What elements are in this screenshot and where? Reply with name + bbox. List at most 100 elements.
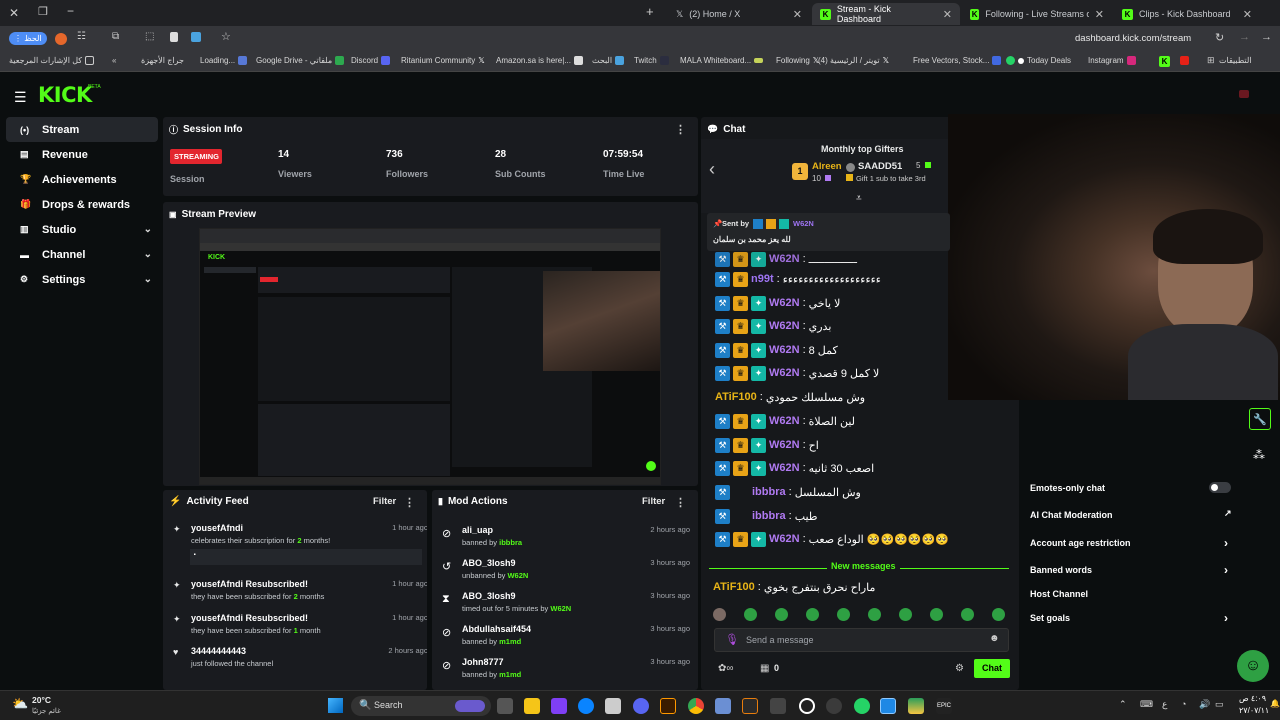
profile-button[interactable]: ⋮ الحظ <box>9 32 47 45</box>
bookmark-search[interactable]: البحث <box>592 56 625 65</box>
epic-games-icon[interactable]: EPIC <box>936 698 952 714</box>
bookmark-twitch[interactable]: Twitch <box>634 56 669 65</box>
clock-time[interactable]: ٤:٠٩ ص <box>1239 694 1266 703</box>
bookmark-twitter[interactable]: تويتر / الرئيسية (4) 𝕏 <box>818 56 892 65</box>
activity-item[interactable]: ♥ 34444444443 just followed the channel 2 h… <box>173 646 427 668</box>
restore-window-icon[interactable]: ❐ <box>38 5 48 18</box>
chat-message[interactable]: ⚒ ♛ ✦ W62N: ـــــــــــــــ <box>715 249 857 269</box>
chevron-down-icon[interactable]: ⩡ <box>856 193 862 204</box>
chat-message[interactable]: ⚒ ♛ ✦ W62N: لا ياخي <box>715 293 840 313</box>
chat-username[interactable]: W62N <box>769 253 800 265</box>
tab-clips[interactable]: K Clips - Kick Dashboard ✕ <box>1114 3 1260 25</box>
activity-item[interactable]: ✦ yousefAfndi Resubscribed! they have been… <box>173 579 427 601</box>
obs-icon[interactable] <box>799 698 815 714</box>
chat-username[interactable]: W62N <box>769 344 800 356</box>
chat-message[interactable]: ATiF100: وش مسلسلك حمودي <box>715 387 865 407</box>
chevron-down-icon[interactable]: ⌄ <box>144 249 152 260</box>
usb-icon[interactable]: ⌨ <box>1140 699 1153 710</box>
whatsapp-icon[interactable] <box>854 698 870 714</box>
chat-input[interactable]: 🎙 Send a message ☻ <box>714 628 1009 652</box>
bookmark-mala[interactable]: MALA Whiteboard... <box>680 56 764 65</box>
gift-cta[interactable]: Gift 1 sub to take 3rd <box>856 174 926 183</box>
chevron-up-icon[interactable]: ⌃ <box>1119 699 1127 710</box>
illustrator-icon[interactable] <box>660 698 676 714</box>
chat-setting-banned-words[interactable]: Banned words › <box>1030 563 1228 577</box>
mod-action-item[interactable]: ⧗ ABO_3losh9 timed out for 5 minutes by W6… <box>442 591 690 613</box>
emote-icon[interactable] <box>775 608 788 621</box>
tab-x-home[interactable]: 𝕏 (2) Home / X ✕ <box>668 3 810 25</box>
tab-following[interactable]: K Following - Live Streams on Ki ✕ <box>962 3 1112 25</box>
new-tab-icon[interactable]: + <box>646 4 654 19</box>
clock-date[interactable]: ٢٧/٠٧/١١ <box>1239 706 1269 715</box>
calendar-icon[interactable] <box>770 698 786 714</box>
support-chat-button[interactable]: ☺ <box>1237 650 1269 682</box>
chat-username[interactable]: W62N <box>769 533 800 545</box>
chat-message[interactable]: ⚒ ibbbra: وش المسلسل <box>715 482 861 502</box>
copilot-icon[interactable] <box>551 698 567 714</box>
chat-message[interactable]: ⚒ ♛ ✦ W62N: الوداع صعب 🥺🥺🥺🥺🥺🥺 <box>715 529 949 549</box>
bookmark-apps[interactable]: ⊞ التطبيقات <box>1207 56 1251 66</box>
sidebar-item-channel[interactable]: ▬ Channel ⌄ <box>6 242 158 267</box>
sidebar-item-stream[interactable]: (•) Stream <box>6 117 158 142</box>
filter-button[interactable]: Filter <box>642 496 665 507</box>
sidebar-item-drops-rewards[interactable]: 🎁 Drops & rewards <box>6 192 158 217</box>
emote-icon[interactable] <box>713 608 726 621</box>
emote-icon[interactable] <box>806 608 819 621</box>
sidebar-item-achievements[interactable]: 🏆 Achievements <box>6 167 158 192</box>
app-icon[interactable] <box>880 698 896 714</box>
connections-icon[interactable]: ⁂ <box>1253 448 1265 462</box>
tab-search-icon[interactable]: ⬚ <box>145 31 154 42</box>
windows-start-icon[interactable] <box>328 698 343 713</box>
kick-logo[interactable]: KICK <box>38 83 92 107</box>
emote-icon[interactable] <box>992 608 1005 621</box>
youtube-bookmark[interactable] <box>1180 56 1189 65</box>
chat-setting-ai-chat-moderation[interactable]: AI Chat Moderation ↗ <box>1030 508 1232 520</box>
chrome-icon[interactable] <box>688 698 704 714</box>
tab-stream-dashboard[interactable]: K Stream - Kick Dashboard ✕ <box>812 3 960 25</box>
moderator-name[interactable]: W62N <box>550 604 571 613</box>
taskbar-search[interactable]: 🔍 Search <box>351 696 491 716</box>
store-icon[interactable] <box>605 698 621 714</box>
notification-icon[interactable] <box>1239 90 1249 98</box>
new-messages-divider[interactable]: New messages <box>709 560 1009 576</box>
sidebar-item-studio[interactable]: ▥ Studio ⌄ <box>6 217 158 242</box>
emote-icon[interactable] <box>961 608 974 621</box>
extension-icon[interactable] <box>191 32 201 42</box>
activity-item[interactable]: ✦ yousefAfndi celebrates their subscriptio… <box>173 523 427 565</box>
sidebar-item-revenue[interactable]: ▤ Revenue <box>6 142 158 167</box>
bookmark-deals[interactable]: Today Deals <box>1006 56 1071 65</box>
reload-icon[interactable]: ↻ <box>1215 31 1224 44</box>
star-icon[interactable]: ☆ <box>221 30 231 43</box>
forward-icon[interactable]: → <box>1239 31 1250 43</box>
emote-icon[interactable] <box>899 608 912 621</box>
chat-username[interactable]: W62N <box>769 462 800 474</box>
chat-message[interactable]: ⚒ ♛ ✦ W62N: كمل 8 <box>715 340 838 360</box>
moderator-name[interactable]: W62N <box>507 571 528 580</box>
bookmark-amazon[interactable]: Amazon.sa is here|... <box>496 56 583 65</box>
gifter-name[interactable]: Alreen <box>812 161 842 172</box>
more-options-icon[interactable]: ⋮ <box>404 496 415 509</box>
close-tab-icon[interactable]: ✕ <box>1095 8 1104 21</box>
close-tab-icon[interactable]: ✕ <box>793 8 802 21</box>
wifi-icon[interactable]: ◔ <box>1181 699 1186 709</box>
chat-setting-host-channel[interactable]: Host Channel <box>1030 589 1088 599</box>
close-tab-icon[interactable]: ✕ <box>1243 8 1252 21</box>
chat-username[interactable]: W62N <box>769 439 800 451</box>
task-view-icon[interactable] <box>497 698 513 714</box>
more-options-icon[interactable]: ⋮ <box>675 123 686 136</box>
chevron-left-icon[interactable]: ‹ <box>709 159 715 180</box>
emote-icon[interactable] <box>837 608 850 621</box>
chat-username[interactable]: ibbbra <box>752 486 786 498</box>
chat-username[interactable]: n99t <box>751 273 774 285</box>
url-field[interactable]: dashboard.kick.com/stream <box>1075 33 1191 44</box>
moderator-name[interactable]: ibbbra <box>499 538 522 547</box>
sidebar-item-settings[interactable]: ⚙ Settings ⌄ <box>6 267 158 292</box>
close-tab-icon[interactable]: ✕ <box>943 8 952 21</box>
screenshot-icon[interactable]: ⧉ <box>112 31 119 42</box>
chat-message[interactable]: ⚒ ♛ ✦ W62N: اح <box>715 435 819 455</box>
bookmark-loading[interactable]: Loading... <box>200 56 248 65</box>
emote-icon[interactable] <box>868 608 881 621</box>
stream-video[interactable]: KICK <box>199 228 661 485</box>
chat-username[interactable]: W62N <box>769 320 800 332</box>
bookmark-ritanium[interactable]: Ritanium Community 𝕏 <box>401 56 487 65</box>
